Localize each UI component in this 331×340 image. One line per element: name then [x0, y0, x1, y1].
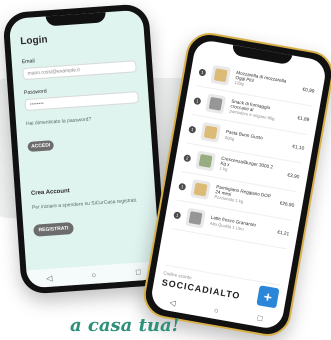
- password-value: ••••••••: [29, 100, 44, 108]
- quantity-badge: 1: [178, 182, 187, 191]
- product-price: €1,10: [291, 144, 305, 152]
- cart-phone: 1 Mozzarella di mozzarella Oggi Più! 125…: [140, 29, 331, 340]
- login-screen: Login Email mario.rossi@example.it Passw…: [8, 9, 162, 289]
- tagline: a casa tua!: [70, 315, 180, 336]
- product-price: €1,89: [296, 115, 310, 123]
- home-icon[interactable]: ○: [88, 269, 99, 280]
- product-info: Mozzarella di mozzarella Oggi Più! 125g: [234, 70, 294, 96]
- product-price: €26,90: [279, 200, 295, 209]
- product-price: €1,21: [276, 229, 290, 238]
- email-value: mario.rossi@example.it: [27, 67, 81, 77]
- product-price: €0,99: [301, 87, 315, 95]
- page-title: Login: [19, 34, 48, 48]
- product-image: [210, 64, 232, 86]
- product-info: Latte fresco Granarolo Alta Qualità 1 Li…: [209, 215, 268, 236]
- product-image: [190, 179, 211, 200]
- product-image: [185, 207, 206, 229]
- back-icon[interactable]: ◁: [44, 272, 55, 283]
- product-info: Crescenza/Burger 3000 2 Kg x 1 kg: [219, 155, 279, 181]
- create-account-text: Per iniziare a spendere su SiCurCasa reg…: [31, 197, 138, 211]
- login-button[interactable]: ACCEDI: [27, 140, 55, 152]
- register-button[interactable]: REGISTRATI: [33, 222, 74, 237]
- product-info: Parmigiano Reggiano DOP 24 mesi Porziona…: [214, 184, 271, 210]
- product-image: [205, 93, 227, 115]
- cart-list: 1 Mozzarella di mozzarella Oggi Più! 125…: [165, 57, 317, 284]
- product-image: [195, 150, 217, 172]
- forgot-password-link[interactable]: Hai dimenticato la password?: [26, 113, 140, 127]
- android-nav-bar: ◁ ○ □: [26, 261, 162, 289]
- back-icon[interactable]: ◁: [167, 297, 179, 309]
- quantity-badge: 2: [183, 153, 192, 162]
- quantity-badge: 1: [188, 125, 197, 134]
- recent-apps-icon[interactable]: □: [133, 266, 144, 277]
- product-info: Snack di formaggio croccanti al pomodoro…: [229, 98, 289, 124]
- login-phone: Login Email mario.rossi@example.it Passw…: [2, 3, 168, 295]
- recent-apps-icon[interactable]: □: [254, 312, 266, 324]
- add-button[interactable]: +: [256, 285, 280, 309]
- quantity-badge: 1: [198, 67, 207, 77]
- product-info: Pasta Buon Gusto 500g: [224, 129, 283, 150]
- quantity-badge: 1: [173, 210, 182, 219]
- product-price: €3,90: [286, 172, 300, 180]
- quantity-badge: 1: [193, 96, 202, 105]
- product-image: [200, 121, 222, 143]
